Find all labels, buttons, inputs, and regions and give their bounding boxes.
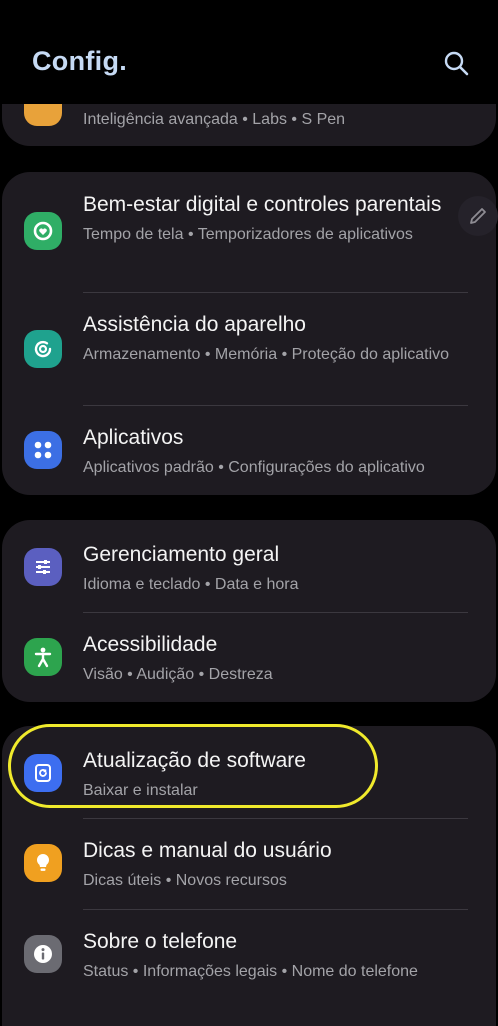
settings-group-2: Gerenciamento geral Idioma e teclado • D… [2,520,496,702]
settings-item-subtitle: Armazenamento • Memória • Proteção do ap… [83,346,450,363]
settings-item-title: Assistência do aparelho [83,313,306,336]
settings-item-subtitle: Idioma e teclado • Data e hora [83,576,299,593]
advanced-features-subtitle: Inteligência avançada • Labs • S Pen [83,111,346,128]
divider [83,909,468,910]
settings-item-title: Gerenciamento geral [83,543,280,566]
settings-item-title: Bem-estar digital e controles parentais [83,193,442,216]
settings-item-title: Sobre o telefone [83,930,238,953]
page-title: Config. [32,46,128,76]
divider [83,818,468,819]
settings-item-subtitle: Status • Informações legais • Nome do te… [83,963,418,980]
settings-item-about-phone[interactable]: Sobre o telefone Status • Informações le… [2,927,496,999]
settings-item-subtitle: Visão • Audição • Destreza [83,666,273,683]
accessibility-icon [24,638,62,676]
settings-item-subtitle: Dicas úteis • Novos recursos [83,872,287,889]
settings-item-apps[interactable]: Aplicativos Aplicativos padrão • Configu… [2,423,496,483]
settings-item-digital-wellbeing[interactable]: Bem-estar digital e controles parentais … [2,190,496,292]
settings-item-title: Acessibilidade [83,633,218,656]
device-care-icon [24,330,62,368]
search-button[interactable] [440,48,472,80]
settings-item-title: Aplicativos [83,426,184,449]
info-icon [24,935,62,973]
settings-item-device-care[interactable]: Assistência do aparelho Armazenamento • … [2,310,496,400]
settings-item-subtitle: Aplicativos padrão • Configurações do ap… [83,459,425,476]
divider [83,405,468,406]
sliders-icon [24,548,62,586]
divider [83,612,468,613]
edit-button[interactable] [458,196,498,236]
digital-wellbeing-icon [24,212,62,250]
apps-icon [24,431,62,469]
pencil-icon [470,208,486,224]
settings-group-1: Bem-estar digital e controles parentais … [2,172,496,495]
app-header: Config. [0,0,498,104]
lightbulb-icon [24,844,62,882]
settings-item-accessibility[interactable]: Acessibilidade Visão • Audição • Destrez… [2,630,496,694]
search-icon [444,51,469,76]
settings-item-tips[interactable]: Dicas e manual do usuário Dicas úteis • … [2,836,496,908]
settings-item-title: Dicas e manual do usuário [83,839,332,862]
divider [83,292,468,293]
settings-item-general-management[interactable]: Gerenciamento geral Idioma e teclado • D… [2,540,496,612]
highlight-annotation [8,724,378,808]
settings-item-subtitle: Tempo de tela • Temporizadores de aplica… [83,226,413,243]
